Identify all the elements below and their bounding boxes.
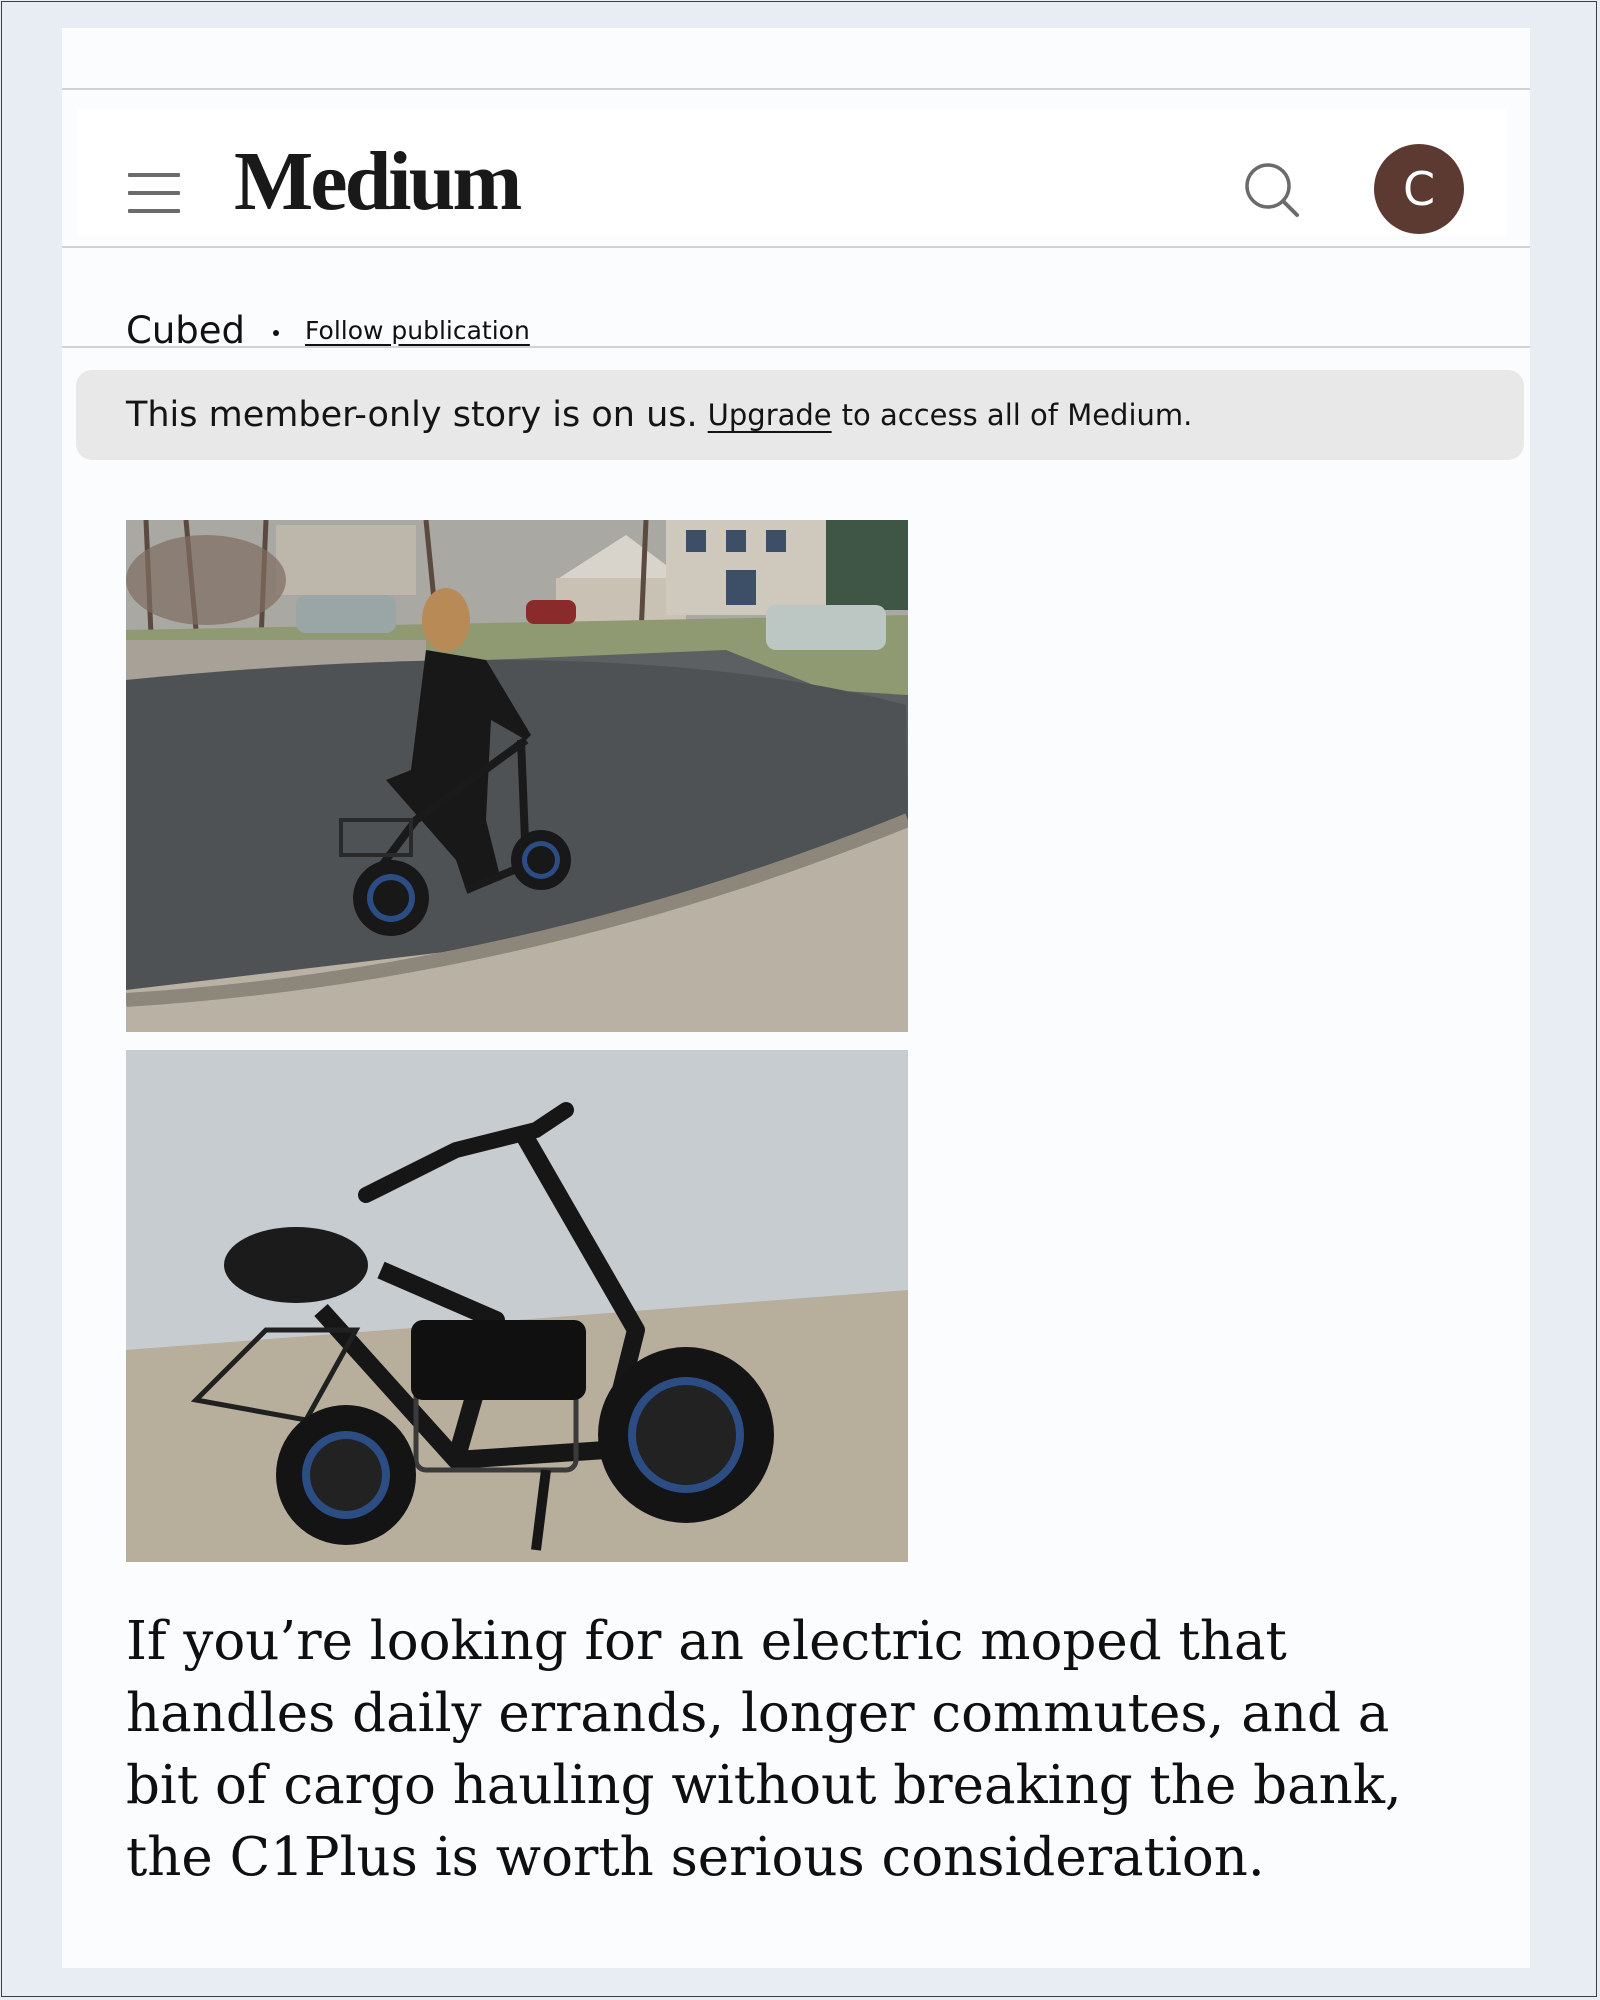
photo-woman-riding-moped xyxy=(126,520,908,1032)
hamburger-menu-icon[interactable] xyxy=(128,173,180,213)
user-avatar[interactable]: C xyxy=(1374,144,1464,234)
member-only-banner: This member-only story is on us. Upgrade… xyxy=(76,370,1524,460)
follow-publication-link[interactable]: Follow publication xyxy=(305,316,530,345)
divider xyxy=(62,346,1530,348)
divider xyxy=(62,88,1530,90)
photo-c1plus-electric-moped xyxy=(126,1050,908,1562)
banner-message-rest: to access all of Medium. xyxy=(841,398,1193,432)
medium-logo[interactable]: Medium xyxy=(234,140,522,224)
article-page: Medium C Cubed Follow publication This m… xyxy=(62,28,1530,1968)
publication-row: Cubed Follow publication xyxy=(126,300,530,360)
article-paragraph: If you’re looking for an electric moped … xyxy=(126,1611,1402,1888)
divider xyxy=(62,246,1530,248)
upgrade-link[interactable]: Upgrade xyxy=(708,398,832,432)
separator-dot xyxy=(273,330,280,336)
search-icon[interactable] xyxy=(1242,160,1304,222)
banner-message: This member-only story is on us. xyxy=(126,395,698,435)
